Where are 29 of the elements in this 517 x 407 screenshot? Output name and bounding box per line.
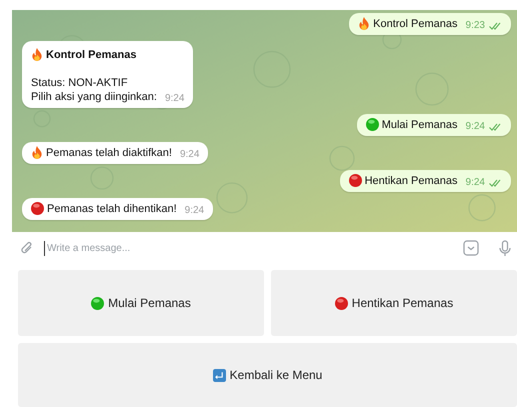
message-time: 9:24	[466, 120, 485, 134]
message-time: 9:24	[180, 148, 200, 162]
sticker-icon[interactable]	[463, 240, 479, 256]
message-text: Pilih aksi yang diinginkan:	[31, 90, 157, 104]
message-time: 9:24	[184, 204, 204, 218]
dot-icon	[91, 296, 104, 310]
paperclip-icon[interactable]	[20, 240, 34, 256]
fire-icon	[31, 48, 43, 62]
microphone-icon[interactable]	[499, 240, 511, 257]
message-text: Hentikan Pemanas	[364, 174, 458, 188]
message-time: 9:24	[466, 176, 485, 190]
message-title: Kontrol Pemanas	[46, 48, 136, 62]
dot-icon	[31, 202, 44, 216]
message-text: Kontrol Pemanas	[373, 16, 458, 31]
fire-icon	[31, 146, 43, 160]
keyboard-button[interactable]: Kembali ke Menu	[18, 343, 517, 407]
message-time: 9:23	[466, 18, 485, 33]
message-text: Pemanas telah dihentikan!	[47, 202, 177, 216]
keyboard-button[interactable]: Hentikan Pemanas	[271, 270, 517, 336]
dot-icon	[366, 118, 379, 132]
message-time: 9:24	[164, 92, 184, 106]
keyboard-button[interactable]: Mulai Pemanas	[18, 270, 264, 336]
message-text: Status: NON-AKTIF	[31, 76, 128, 90]
message-text: Pemanas telah diaktifkan!	[46, 146, 172, 160]
message-input[interactable]: Write a message...	[44, 240, 453, 256]
fire-icon	[358, 17, 370, 30]
dot-icon	[348, 174, 362, 188]
message-text: Mulai Pemanas	[382, 118, 458, 132]
dot-icon	[334, 296, 348, 310]
